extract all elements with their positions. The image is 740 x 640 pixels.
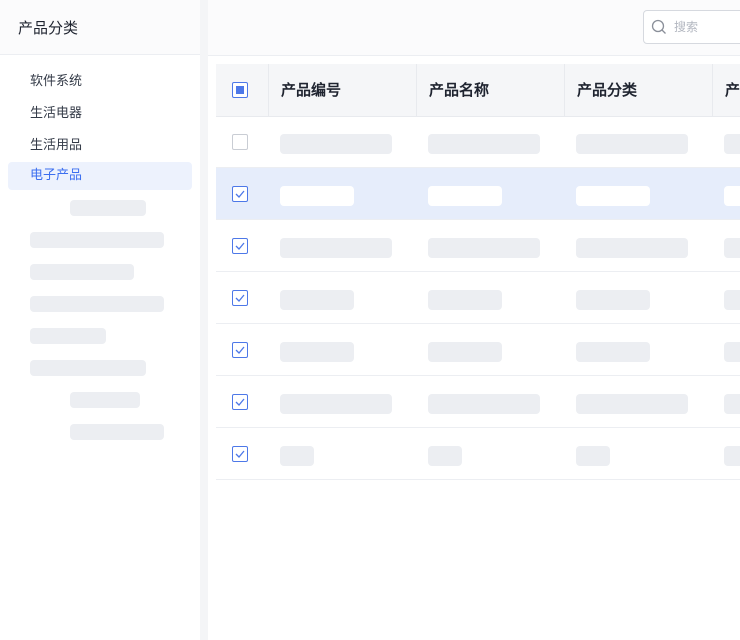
table-row[interactable]: [216, 168, 740, 220]
cell-skeleton: [724, 238, 740, 258]
tree-skeleton: [30, 296, 164, 312]
cell-skeleton: [576, 342, 650, 362]
search-box[interactable]: [643, 10, 740, 44]
column-header-product-id[interactable]: 产品编号: [268, 64, 416, 116]
tree-item-daily-goods[interactable]: 生活用品: [8, 132, 192, 160]
cell-skeleton: [280, 394, 392, 414]
cell-skeleton: [280, 290, 354, 310]
check-icon: [235, 242, 245, 250]
tree-item-appliances[interactable]: 生活电器: [8, 100, 192, 128]
cell-skeleton: [576, 134, 688, 154]
tree-skeleton: [30, 232, 164, 248]
row-checkbox[interactable]: [232, 134, 248, 150]
cell-skeleton: [280, 446, 314, 466]
column-header-product-name[interactable]: 产品名称: [416, 64, 564, 116]
cell-skeleton: [428, 134, 540, 154]
tree-skeleton: [70, 424, 164, 440]
cell-skeleton: [724, 342, 740, 362]
table-row[interactable]: [216, 324, 740, 376]
cell-skeleton: [724, 134, 740, 154]
cell-skeleton: [280, 134, 392, 154]
cell-skeleton: [576, 290, 650, 310]
tree-skeleton: [30, 360, 146, 376]
cell-skeleton: [280, 238, 392, 258]
cell-skeleton: [724, 186, 740, 206]
column-header-truncated[interactable]: 产: [712, 64, 740, 116]
tree-item-software[interactable]: 软件系统: [8, 68, 192, 96]
tree-skeleton: [30, 328, 106, 344]
check-icon: [235, 346, 245, 354]
check-icon: [235, 398, 245, 406]
cell-skeleton: [576, 238, 688, 258]
tree-item-label: 生活用品: [30, 138, 83, 153]
cell-skeleton: [724, 290, 740, 310]
cell-skeleton: [428, 290, 502, 310]
table-row[interactable]: [216, 428, 740, 480]
row-checkbox[interactable]: [232, 446, 248, 462]
check-icon: [235, 190, 245, 198]
cell-skeleton: [724, 446, 740, 466]
cell-skeleton: [428, 186, 502, 206]
row-checkbox[interactable]: [232, 394, 248, 410]
cell-skeleton: [576, 446, 610, 466]
check-icon: [235, 450, 245, 458]
tree-skeleton: [70, 392, 140, 408]
select-all-checkbox[interactable]: [232, 82, 248, 98]
cell-skeleton: [280, 342, 354, 362]
tree-item-label: 电子产品: [30, 168, 83, 183]
tree-skeleton: [30, 264, 134, 280]
tree-item-label: 生活电器: [30, 106, 83, 121]
table-row[interactable]: [216, 376, 740, 428]
cell-skeleton: [724, 394, 740, 414]
row-checkbox[interactable]: [232, 290, 248, 306]
row-checkbox[interactable]: [232, 186, 248, 202]
category-sidebar: 产品分类 软件系统 生活电器 生活用品 电子产品: [0, 0, 200, 640]
panel-divider[interactable]: [200, 0, 208, 640]
cell-skeleton: [576, 394, 688, 414]
search-icon: [651, 19, 666, 34]
tree-skeleton: [70, 200, 146, 216]
table-header: 产品编号 产品名称 产品分类 产: [216, 64, 740, 117]
cell-skeleton: [280, 186, 354, 206]
tree-item-label: 软件系统: [30, 74, 83, 89]
tree-item-electronics[interactable]: 电子产品: [8, 162, 192, 190]
cell-skeleton: [428, 394, 540, 414]
cell-skeleton: [428, 342, 502, 362]
row-checkbox[interactable]: [232, 342, 248, 358]
table-row[interactable]: [216, 272, 740, 324]
cell-skeleton: [576, 186, 650, 206]
cell-skeleton: [428, 446, 462, 466]
sidebar-title: 产品分类: [0, 0, 200, 55]
cell-skeleton: [428, 238, 540, 258]
table-row[interactable]: [216, 116, 740, 168]
row-checkbox[interactable]: [232, 238, 248, 254]
column-header-product-category[interactable]: 产品分类: [564, 64, 712, 116]
table-row[interactable]: [216, 220, 740, 272]
search-input[interactable]: [672, 19, 736, 35]
check-icon: [235, 294, 245, 302]
